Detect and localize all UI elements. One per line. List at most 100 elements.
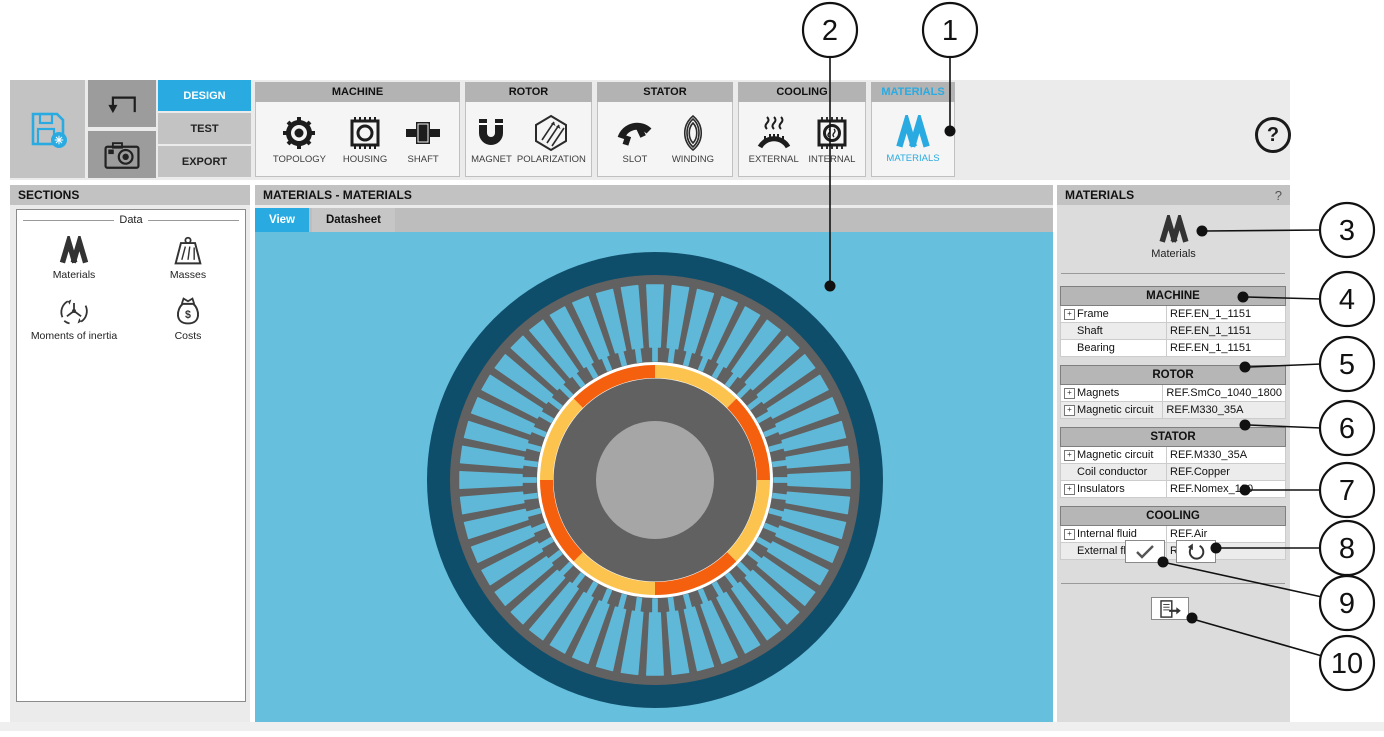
table-row: +MagnetsREF.SmCo_1040_1800: [1061, 385, 1286, 402]
expand-icon[interactable]: +: [1064, 309, 1075, 320]
main-panel-title: MATERIALS - MATERIALS: [255, 185, 1053, 205]
materials-summary-label: Materials: [1151, 248, 1196, 260]
callout-circle: [1320, 401, 1374, 455]
tab-datasheet[interactable]: Datasheet: [312, 208, 395, 232]
undo-icon: [1187, 543, 1205, 561]
group-title-cooling: COOLING: [738, 82, 866, 102]
expand-icon[interactable]: +: [1064, 529, 1075, 540]
row-label-cell: Bearing: [1061, 340, 1167, 357]
callout-circle: [1320, 337, 1374, 391]
costs-icon: $: [171, 295, 205, 327]
materials-summary: Materials: [1057, 215, 1290, 260]
ribbon-item-label: SLOT: [623, 154, 648, 165]
callout-circle: [1320, 576, 1374, 630]
sections-item-label: Masses: [170, 269, 206, 281]
table-title: STATOR: [1061, 428, 1286, 447]
row-label-cell: Shaft: [1061, 323, 1167, 340]
ribbon-group-materials: MATERIALS MATERIALS: [871, 82, 955, 178]
sections-item-masses[interactable]: Masses: [131, 236, 245, 281]
material-value-cell[interactable]: REF.SmCo_1040_1800: [1163, 385, 1286, 402]
save-icon: ✳: [26, 107, 70, 151]
callout-number: 3: [1339, 215, 1355, 247]
panel-help-icon[interactable]: ?: [1275, 188, 1282, 203]
callout-circle: [1320, 521, 1374, 575]
snapshot-button[interactable]: [88, 131, 156, 178]
ribbon-item-external[interactable]: EXTERNAL: [749, 114, 799, 165]
ribbon-item-winding[interactable]: WINDING: [672, 114, 714, 165]
apply-button[interactable]: [1125, 540, 1165, 563]
table-row: BearingREF.EN_1_1151: [1061, 340, 1286, 357]
internal-cooling-icon: [813, 114, 851, 152]
ribbon-item-materials[interactable]: MATERIALS: [886, 115, 939, 164]
ribbon-item-internal[interactable]: INTERNAL: [808, 114, 855, 165]
expand-icon[interactable]: +: [1064, 484, 1075, 495]
material-value-cell[interactable]: REF.M330_35A: [1163, 402, 1286, 419]
ribbon-item-shaft[interactable]: SHAFT: [404, 114, 442, 165]
ribbon-item-label: INTERNAL: [808, 154, 855, 165]
callout-circle: [1320, 463, 1374, 517]
sections-item-costs[interactable]: $ Costs: [131, 295, 245, 342]
materials-icon: [1156, 215, 1192, 245]
help-button[interactable]: ?: [1255, 117, 1291, 153]
materials-icon: [57, 236, 91, 266]
back-button[interactable]: [88, 80, 156, 127]
tab-design[interactable]: DESIGN: [158, 80, 251, 111]
material-value-cell[interactable]: REF.EN_1_1151: [1167, 323, 1286, 340]
material-value-cell[interactable]: REF.EN_1_1151: [1167, 340, 1286, 357]
separator: [1061, 273, 1285, 274]
row-label-cell: +Magnetic circuit: [1061, 447, 1167, 464]
right-panel-title: MATERIALS: [1065, 188, 1134, 202]
export-document-icon: [1158, 600, 1182, 618]
ribbon-item-polarization[interactable]: POLARIZATION: [517, 114, 586, 165]
table-row: +Internal fluidREF.Air: [1061, 526, 1286, 543]
row-label-cell: +Magnetic circuit: [1061, 402, 1163, 419]
table-title: ROTOR: [1061, 366, 1286, 385]
callout-number: 2: [822, 15, 838, 47]
tab-export[interactable]: EXPORT: [158, 146, 251, 177]
tab-view[interactable]: View: [255, 208, 309, 232]
row-label-cell: +Insulators: [1061, 481, 1167, 498]
ribbon-item-topology[interactable]: TOPOLOGY: [273, 114, 326, 165]
expand-icon[interactable]: +: [1064, 450, 1075, 461]
housing-icon: [346, 114, 384, 152]
material-value-cell[interactable]: REF.EN_1_1151: [1167, 306, 1286, 323]
motor-view-canvas: [255, 232, 1053, 722]
sections-panel-title: SECTIONS: [10, 185, 250, 205]
sections-item-label: Moments of inertia: [31, 330, 117, 342]
material-value-cell[interactable]: REF.M330_35A: [1167, 447, 1286, 464]
sections-item-materials[interactable]: Materials: [17, 236, 131, 281]
ribbon-item-slot[interactable]: SLOT: [616, 114, 654, 165]
callout-number: 10: [1331, 648, 1363, 680]
sections-item-moments-of-inertia[interactable]: Moments of inertia: [17, 295, 131, 342]
callout-circle: [1320, 636, 1374, 690]
save-button[interactable]: ✳: [10, 80, 85, 178]
ribbon-item-magnet[interactable]: MAGNET: [471, 114, 512, 165]
material-value-cell[interactable]: REF.Copper: [1167, 464, 1286, 481]
ribbon-item-label: POLARIZATION: [517, 154, 586, 165]
shaft-icon: [404, 114, 442, 152]
group-title-materials: MATERIALS: [871, 82, 955, 102]
material-value-cell[interactable]: REF.Nomex_130: [1167, 481, 1286, 498]
table-row: +InsulatorsREF.Nomex_130: [1061, 481, 1286, 498]
table-row: +Magnetic circuitREF.M330_35A: [1061, 447, 1286, 464]
svg-text:$: $: [185, 309, 191, 321]
table-row: +Magnetic circuitREF.M330_35A: [1061, 402, 1286, 419]
status-strip: [0, 722, 1384, 731]
ribbon-item-label: TOPOLOGY: [273, 154, 326, 165]
callout-number: 4: [1339, 284, 1355, 316]
materials-table-cooling: COOLING+Internal fluidREF.AirExternal fl…: [1060, 506, 1286, 560]
tab-test[interactable]: TEST: [158, 113, 251, 144]
table-row: ShaftREF.EN_1_1151: [1061, 323, 1286, 340]
svg-text:✳: ✳: [54, 135, 63, 147]
callout-number: 6: [1339, 413, 1355, 445]
data-group-title: Data: [23, 214, 239, 226]
sections-data-box: Data Materials Masses: [16, 209, 246, 702]
expand-icon[interactable]: +: [1064, 405, 1075, 416]
row-label-cell: Coil conductor: [1061, 464, 1167, 481]
restore-button[interactable]: [1176, 540, 1216, 563]
callout-number: 8: [1339, 533, 1355, 565]
export-button[interactable]: [1151, 597, 1189, 620]
ribbon-item-housing[interactable]: HOUSING: [343, 114, 387, 165]
expand-icon[interactable]: +: [1064, 388, 1075, 399]
callout-number: 5: [1339, 349, 1355, 381]
